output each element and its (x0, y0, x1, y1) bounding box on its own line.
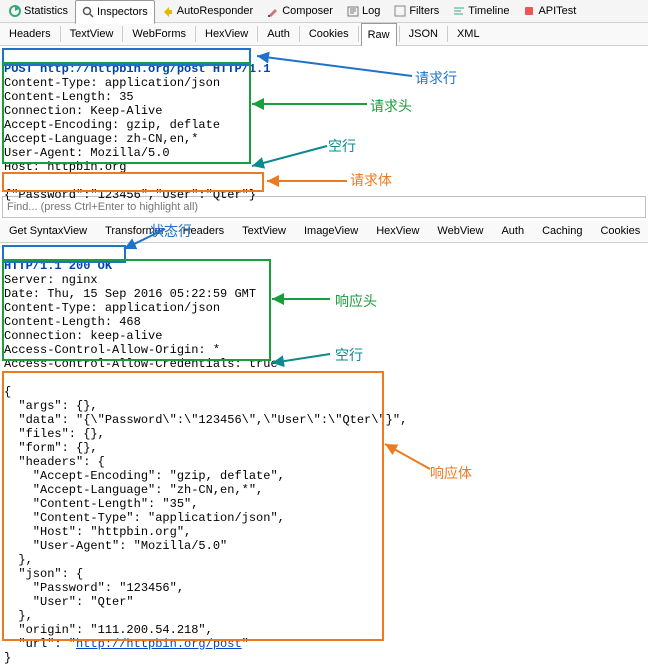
request-raw-panel: POST http://httpbin.org/post HTTP/1.1 Co… (0, 46, 648, 194)
reqtab-auth[interactable]: Auth (260, 22, 297, 46)
tab-timeline[interactable]: Timeline (446, 0, 516, 23)
tab-apitest[interactable]: APITest (516, 0, 583, 23)
label-response-headers: 响应头 (335, 291, 377, 311)
tab-label: Filters (409, 5, 439, 17)
request-first-line: POST http://httpbin.org/post HTTP/1.1 (4, 62, 270, 76)
main-toolbar: Statistics Inspectors AutoResponder Comp… (0, 0, 648, 23)
tab-label: Statistics (24, 5, 68, 17)
label-response-body: 响应体 (430, 463, 472, 483)
tab-autoresponder[interactable]: AutoResponder (155, 0, 260, 23)
tab-label: Auth (267, 28, 290, 40)
tab-log[interactable]: Log (340, 0, 387, 23)
autoresponder-icon (162, 5, 174, 17)
label-request-line: 请求行 (415, 68, 457, 88)
tab-label: Cookies (600, 225, 640, 237)
tab-label: Raw (368, 29, 390, 41)
label-request-headers: 请求头 (370, 96, 412, 116)
label-status-line: 状态行 (150, 221, 192, 241)
tab-label: HexView (205, 28, 248, 40)
tab-label: Inspectors (97, 6, 148, 18)
request-body: {"Password":"123456","User":"Qter"} (4, 188, 256, 202)
request-arrows (247, 46, 427, 196)
tab-statistics[interactable]: Statistics (2, 0, 75, 23)
reqtab-textview[interactable]: TextView (63, 22, 121, 46)
tab-label: TextView (70, 28, 114, 40)
tab-label: JSON (409, 28, 438, 40)
apitest-icon (523, 5, 535, 17)
tab-filters[interactable]: Filters (387, 0, 446, 23)
request-tabs: Headers TextView WebForms HexView Auth C… (0, 23, 648, 46)
tab-label: AutoResponder (177, 5, 253, 17)
resptab-getsyntax[interactable]: Get SyntaxView (2, 219, 94, 243)
reqtab-webforms[interactable]: WebForms (125, 22, 193, 46)
filters-icon (394, 5, 406, 17)
tab-label: Composer (282, 5, 333, 17)
resptab-auth[interactable]: Auth (494, 219, 531, 243)
response-arrows (110, 219, 470, 539)
tab-label: Headers (9, 28, 51, 40)
reqtab-headers[interactable]: Headers (2, 22, 58, 46)
tab-label: Timeline (468, 5, 509, 17)
inspectors-icon (82, 6, 94, 18)
log-icon (347, 5, 359, 17)
tab-inspectors[interactable]: Inspectors (75, 0, 155, 24)
reqtab-json[interactable]: JSON (402, 22, 445, 46)
composer-icon (267, 5, 279, 17)
tab-label: XML (457, 28, 480, 40)
label-request-body: 请求体 (350, 170, 392, 190)
response-body-url[interactable]: http://httpbin.org/post (76, 637, 242, 651)
statistics-icon (9, 5, 21, 17)
resptab-cookies[interactable]: Cookies (593, 219, 647, 243)
request-headers: Content-Type: application/json Content-L… (4, 76, 220, 174)
timeline-icon (453, 5, 465, 17)
reqtab-xml[interactable]: XML (450, 22, 487, 46)
tab-label: WebForms (132, 28, 186, 40)
reqtab-hexview[interactable]: HexView (198, 22, 255, 46)
response-raw-panel: HTTP/1.1 200 OK Server: nginx Date: Thu,… (0, 243, 648, 667)
label-response-empty: 空行 (335, 345, 363, 365)
tab-label: Auth (501, 225, 524, 237)
reqtab-cookies[interactable]: Cookies (302, 22, 356, 46)
tab-label: Log (362, 5, 380, 17)
tab-label: Get SyntaxView (9, 225, 87, 237)
response-first-line: HTTP/1.1 200 OK (4, 259, 112, 273)
tab-label: Cookies (309, 28, 349, 40)
reqtab-raw[interactable]: Raw (361, 23, 397, 47)
tab-label: APITest (538, 5, 576, 17)
tab-composer[interactable]: Composer (260, 0, 340, 23)
tab-label: Caching (542, 225, 582, 237)
resptab-caching[interactable]: Caching (535, 219, 589, 243)
label-request-empty: 空行 (328, 136, 356, 156)
